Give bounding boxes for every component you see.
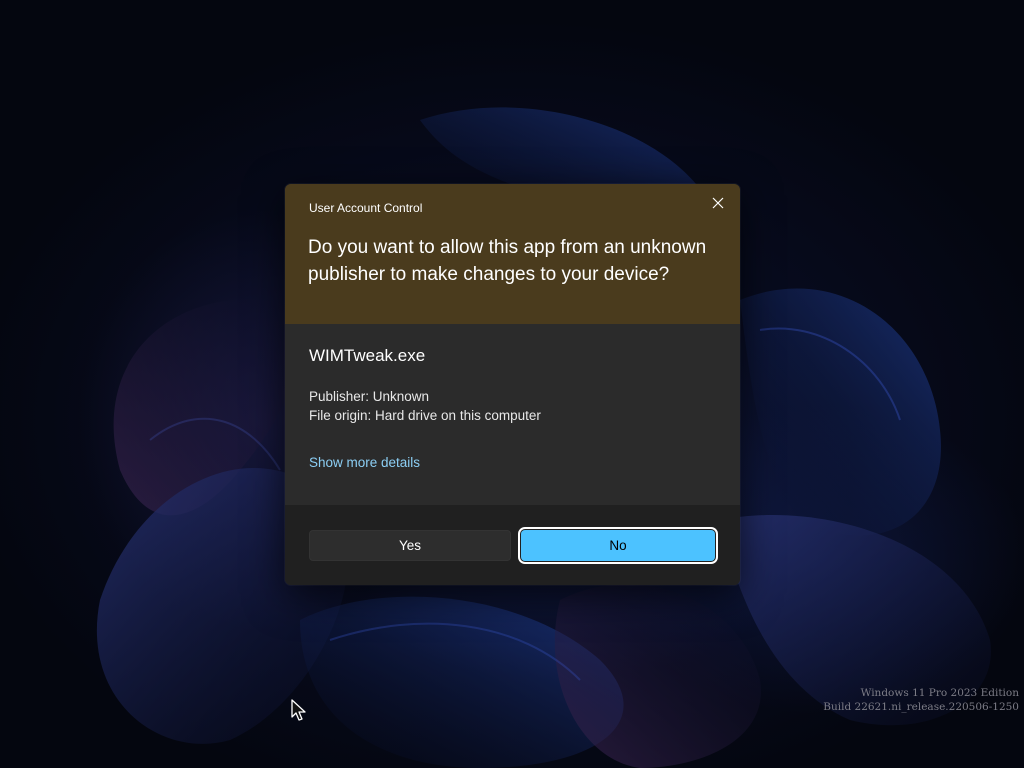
dialog-question: Do you want to allow this app from an un… <box>308 237 707 285</box>
watermark-edition: Windows 11 Pro 2023 Edition <box>860 687 1019 699</box>
dialog-body: WIMTweak.exe Publisher: Unknown File ori… <box>285 324 740 505</box>
close-icon <box>712 197 724 209</box>
yes-button[interactable]: Yes <box>309 530 511 561</box>
publisher-text: Publisher: Unknown <box>309 389 430 404</box>
show-more-details-link[interactable]: Show more details <box>309 455 420 470</box>
uac-dialog: User Account Control Do you want to allo… <box>285 184 740 585</box>
windows-build-watermark: Windows 11 Pro 2023 Edition Build 22621.… <box>823 686 1019 714</box>
watermark-build: Build 22621.ni_release.220506-1250 <box>823 701 1019 713</box>
file-origin-text: File origin: Hard drive on this computer <box>309 408 541 423</box>
mouse-pointer-icon <box>291 699 306 721</box>
close-button[interactable] <box>702 188 734 218</box>
desktop: User Account Control Do you want to allo… <box>0 0 1024 768</box>
dialog-footer: Yes No <box>285 505 740 585</box>
dialog-title: User Account Control <box>309 201 423 215</box>
no-button[interactable]: No <box>518 527 718 564</box>
app-name: WIMTweak.exe <box>309 346 426 365</box>
dialog-header: User Account Control Do you want to allo… <box>285 184 740 324</box>
